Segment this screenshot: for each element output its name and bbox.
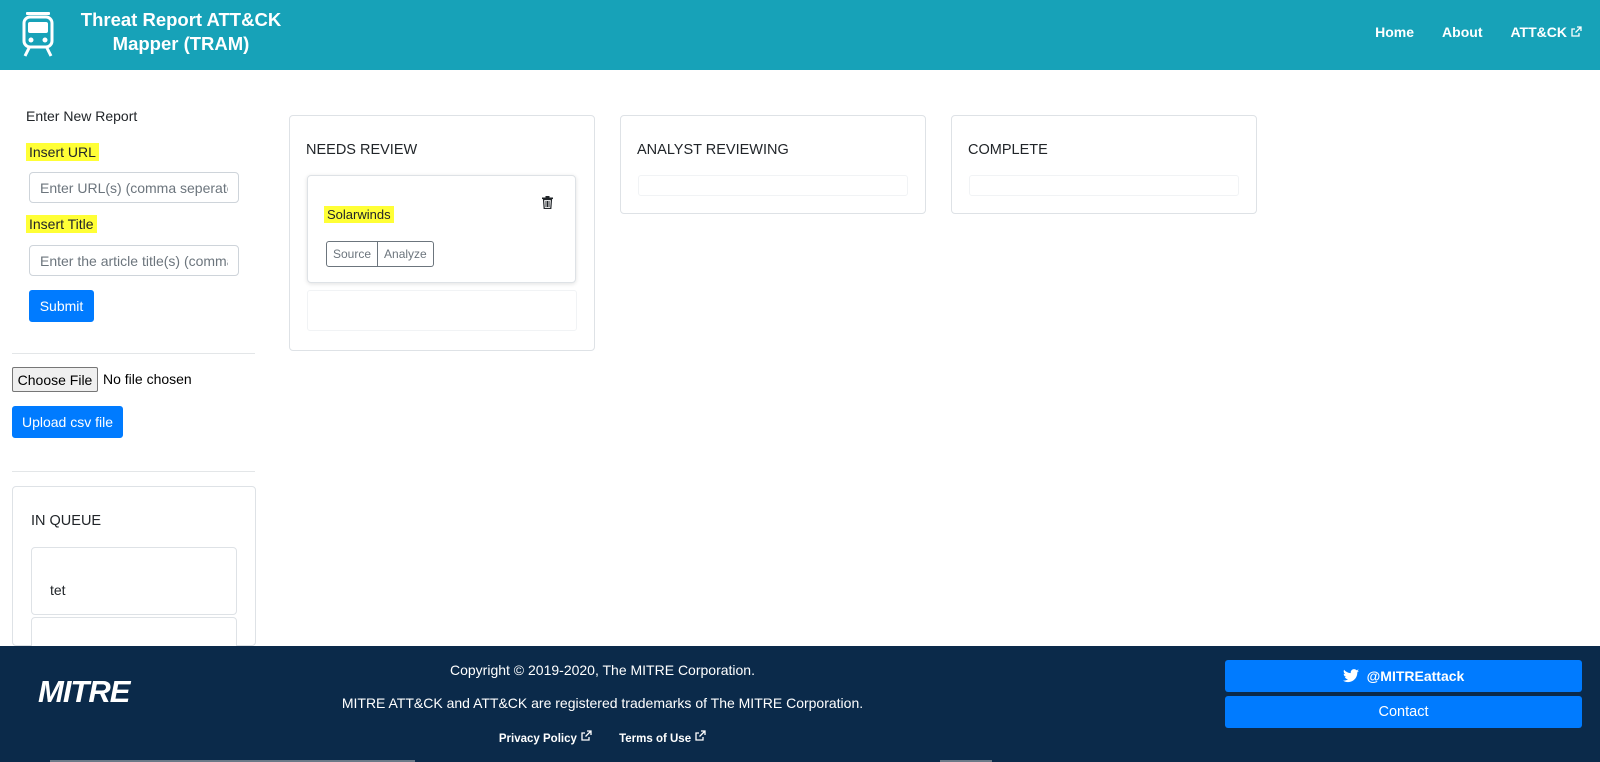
drop-zone bbox=[969, 175, 1239, 196]
complete-column: COMPLETE bbox=[951, 115, 1257, 214]
file-status-text: No file chosen bbox=[103, 371, 192, 387]
analyze-button[interactable]: Analyze bbox=[378, 241, 434, 267]
divider bbox=[12, 471, 255, 472]
twitter-icon bbox=[1342, 669, 1359, 683]
title-label-text: Insert Title bbox=[26, 215, 97, 233]
contact-button[interactable]: Contact bbox=[1225, 696, 1582, 728]
terms-of-use-label: Terms of Use bbox=[619, 733, 692, 745]
footer: MITRE Copyright © 2019-2020, The MITRE C… bbox=[0, 646, 1600, 762]
twitter-button[interactable]: @MITREattack bbox=[1225, 660, 1582, 692]
in-queue-panel: IN QUEUE tet bbox=[12, 486, 256, 657]
url-label-text: Insert URL bbox=[26, 143, 99, 161]
needs-review-title: NEEDS REVIEW bbox=[306, 142, 418, 158]
terms-of-use-link[interactable]: Terms of Use bbox=[619, 730, 706, 745]
analyst-reviewing-title: ANALYST REVIEWING bbox=[637, 142, 789, 158]
analyst-reviewing-column: ANALYST REVIEWING bbox=[620, 115, 926, 214]
nav-attack-link[interactable]: ATT&CK bbox=[1510, 24, 1582, 40]
top-navbar: Threat Report ATT&CK Mapper (TRAM) Home … bbox=[0, 0, 1600, 70]
main-nav: Home About ATT&CK bbox=[1347, 24, 1582, 40]
url-label: Insert URL bbox=[26, 143, 99, 161]
needs-review-column: NEEDS REVIEW Solarwinds Source Analyze bbox=[289, 115, 595, 351]
complete-title: COMPLETE bbox=[968, 142, 1048, 158]
enter-report-heading: Enter New Report bbox=[26, 108, 138, 124]
report-title-text: Solarwinds bbox=[324, 206, 394, 223]
upload-csv-button[interactable]: Upload csv file bbox=[12, 406, 123, 438]
external-link-icon bbox=[695, 730, 706, 741]
nav-attack-label: ATT&CK bbox=[1510, 24, 1567, 40]
in-queue-title: IN QUEUE bbox=[31, 513, 102, 529]
choose-file-button[interactable]: Choose File bbox=[12, 367, 98, 392]
report-title: Solarwinds bbox=[324, 206, 394, 223]
privacy-policy-label: Privacy Policy bbox=[498, 733, 577, 745]
copyright-text: Copyright © 2019-2020, The MITRE Corpora… bbox=[450, 662, 755, 678]
source-button[interactable]: Source bbox=[326, 241, 379, 267]
drop-zone bbox=[638, 175, 908, 196]
submit-button[interactable]: Submit bbox=[29, 290, 94, 322]
trash-icon[interactable] bbox=[542, 196, 553, 209]
trademark-text: MITRE ATT&CK and ATT&CK are registered t… bbox=[341, 695, 864, 711]
train-logo-icon[interactable] bbox=[22, 11, 54, 57]
url-input[interactable] bbox=[29, 172, 239, 203]
footer-links: Privacy Policy Terms of Use bbox=[0, 730, 1205, 745]
queue-item-title: tet bbox=[50, 582, 66, 598]
external-link-icon bbox=[581, 730, 592, 741]
drop-zone bbox=[307, 290, 577, 331]
report-actions: Source Analyze bbox=[326, 241, 434, 267]
title-label: Insert Title bbox=[26, 215, 97, 233]
privacy-policy-link[interactable]: Privacy Policy bbox=[498, 730, 592, 745]
nav-about-link[interactable]: About bbox=[1442, 24, 1482, 40]
nav-home-link[interactable]: Home bbox=[1375, 24, 1414, 40]
report-card[interactable]: Solarwinds Source Analyze bbox=[307, 175, 576, 283]
app-title[interactable]: Threat Report ATT&CK Mapper (TRAM) bbox=[74, 8, 288, 56]
divider bbox=[12, 353, 255, 354]
external-link-icon bbox=[1571, 26, 1582, 37]
queue-item[interactable]: tet bbox=[31, 547, 237, 615]
title-input[interactable] bbox=[29, 245, 239, 276]
twitter-label: @MITREattack bbox=[1366, 668, 1465, 684]
